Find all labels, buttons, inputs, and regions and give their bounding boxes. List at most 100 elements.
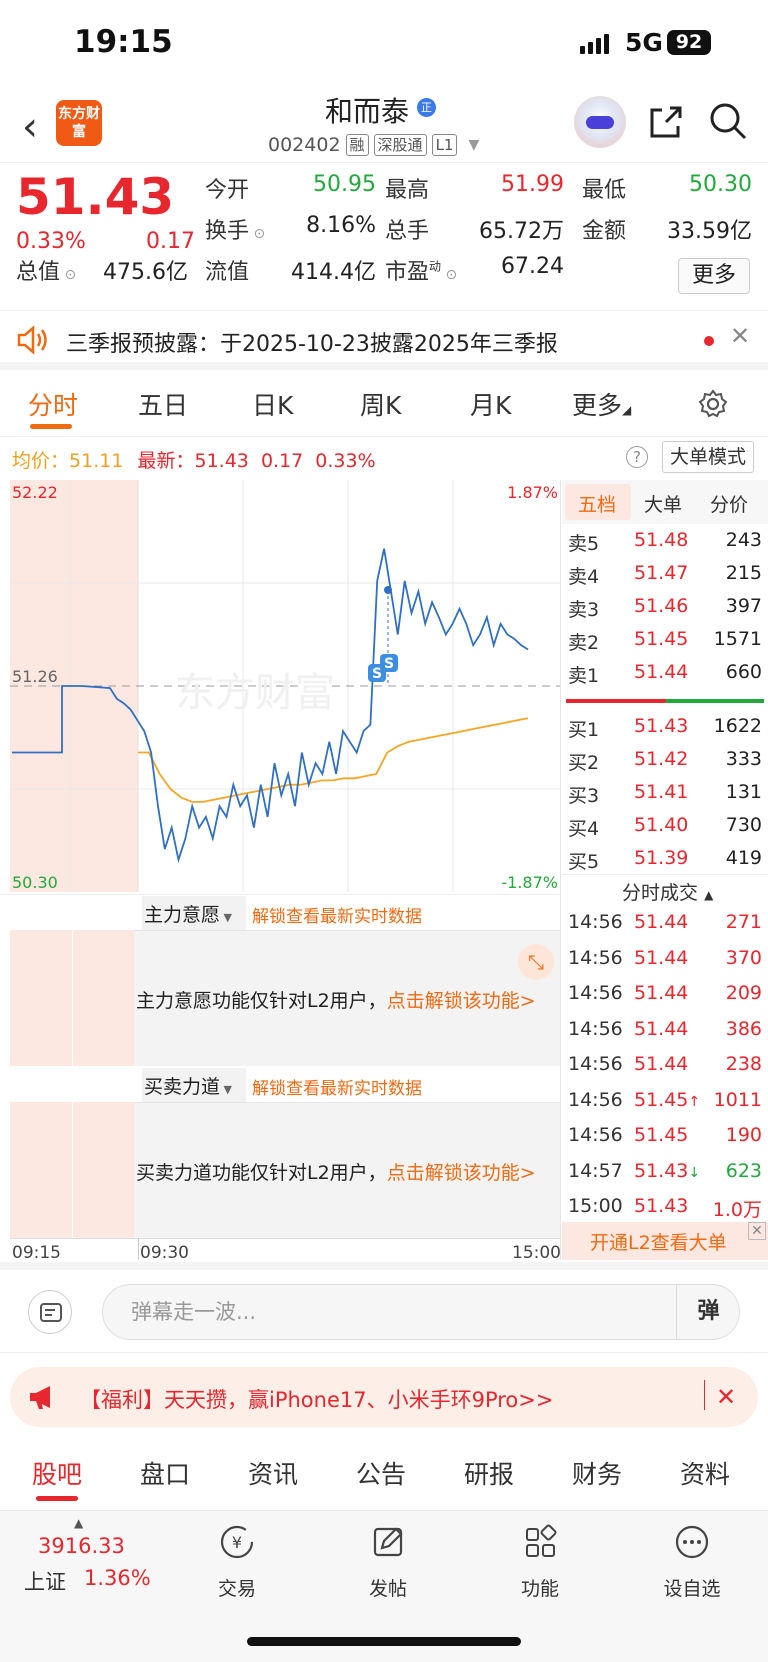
search-icon[interactable]	[708, 101, 748, 141]
post-label[interactable]: 发帖	[348, 1574, 428, 1601]
trade-price: 51.43	[634, 1195, 689, 1217]
index-value[interactable]: 3916.33	[38, 1534, 125, 1558]
tab-weekly-k[interactable]: 周K	[360, 386, 401, 422]
quote-value: 50.95	[313, 172, 376, 197]
tab-5day[interactable]: 五日	[138, 386, 188, 422]
trade-volume: 370	[725, 946, 762, 969]
bid-price: 51.40	[634, 814, 689, 836]
bottom-tab[interactable]: 盘口	[140, 1455, 190, 1491]
robot-avatar[interactable]	[574, 96, 626, 148]
stock-code-row[interactable]: 002402 融 深股通 L1 ▼	[268, 134, 479, 156]
info-icon: ⊙	[441, 267, 458, 283]
close-icon[interactable]: ✕	[748, 1222, 766, 1240]
notice-text[interactable]: 三季报预披露：于2025-10-23披露2025年三季报	[66, 326, 558, 358]
share-icon[interactable]	[648, 104, 684, 140]
ask-level: 卖5	[568, 533, 600, 555]
pct-min-label: -1.87%	[501, 873, 558, 892]
bottom-tab[interactable]: 财务	[572, 1455, 622, 1491]
edit-post-icon[interactable]	[368, 1522, 408, 1562]
settings-gear-icon[interactable]	[698, 389, 728, 419]
bottom-tab[interactable]: 资讯	[248, 1455, 298, 1491]
tab-intraday[interactable]: 分时	[28, 386, 78, 422]
more-button[interactable]: 更多	[678, 258, 750, 294]
close-icon[interactable]: ✕	[716, 1383, 736, 1411]
tab-price-dist[interactable]: 分价	[710, 490, 748, 517]
trade-time: 14:57	[568, 1159, 623, 1182]
promo-text[interactable]: 【福利】天天攒，赢iPhone17、小米手环9Pro>>	[80, 1384, 553, 1414]
danmu-input[interactable]: 弹幕走一波...	[102, 1284, 740, 1340]
l2-banner-text[interactable]: 开通L2查看大单	[590, 1228, 727, 1255]
trade-volume: 209	[725, 982, 762, 1004]
danmu-send-button[interactable]: 弹	[676, 1284, 740, 1340]
big-order-mode-button[interactable]: 大单模式	[662, 441, 754, 473]
buy-bar	[666, 699, 764, 703]
bid-volume: 1622	[713, 715, 762, 737]
trade-icon[interactable]: ¥	[217, 1522, 257, 1562]
ask-volume: 243	[725, 529, 762, 551]
quote-label: 最低	[582, 178, 627, 203]
panel-2-unlock-link[interactable]: 解锁查看最新实时数据	[252, 1074, 422, 1099]
panel-1-unlock-link[interactable]: 解锁查看最新实时数据	[252, 902, 422, 927]
bottom-tab[interactable]: 股吧	[32, 1455, 82, 1491]
trade-price: 51.44	[634, 982, 689, 1004]
expand-icon[interactable]: ⤡	[518, 944, 554, 980]
trade-price: 51.44	[634, 911, 689, 933]
help-icon[interactable]: ?	[626, 446, 648, 468]
status-bar: 19:15 5G 92	[0, 0, 768, 88]
tab-more[interactable]: 更多◢	[572, 386, 631, 422]
tag-connect: 深股通	[373, 134, 427, 156]
change-percent: 0.33%	[16, 229, 86, 254]
add-watchlist-label[interactable]: 设自选	[652, 1574, 732, 1601]
panel-1-msg[interactable]: 主力意愿功能仅针对L2用户，点击解锁该功能>	[136, 986, 536, 1013]
index-pct[interactable]: 1.36%	[84, 1566, 151, 1590]
chevron-down-icon[interactable]: ▼	[468, 137, 479, 153]
quote-value: 33.59亿	[667, 219, 752, 244]
more-dots-icon[interactable]	[672, 1522, 712, 1562]
trade-price: 51.45	[634, 1124, 689, 1146]
tab-big-orders[interactable]: 大单	[644, 490, 682, 517]
ask-level: 卖2	[568, 632, 600, 654]
bottom-tab[interactable]: 资料	[680, 1455, 730, 1491]
tab-five-levels[interactable]: 五档	[578, 490, 616, 517]
trade-price: 51.43↓	[634, 1159, 701, 1182]
trade-volume: 238	[725, 1053, 762, 1075]
ask-price: 51.47	[634, 562, 689, 584]
ask-volume: 215	[725, 562, 762, 584]
stock-name: 和而泰	[325, 95, 410, 128]
bottom-tab[interactable]: 公告	[356, 1455, 406, 1491]
panel-2-msg[interactable]: 买卖力道功能仅针对L2用户，点击解锁该功能>	[136, 1158, 536, 1185]
trade-time: 14:56	[568, 982, 623, 1004]
latest-change: 0.17	[260, 450, 304, 472]
tab-daily-k[interactable]: 日K	[252, 386, 293, 422]
tab-monthly-k[interactable]: 月K	[470, 386, 511, 422]
trade-label[interactable]: 交易	[197, 1574, 277, 1601]
home-indicator	[247, 1637, 521, 1646]
close-icon[interactable]: ✕	[730, 322, 750, 350]
trade-volume: 1.0万	[712, 1199, 762, 1221]
sell-bar	[566, 699, 666, 703]
trade-price: 51.44	[634, 946, 689, 969]
ask-volume: 660	[725, 661, 762, 683]
trade-time: 14:56	[568, 911, 623, 933]
panel-1-title[interactable]: 主力意愿 ▼	[144, 900, 232, 927]
trade-volume: 386	[725, 1017, 762, 1040]
megaphone-icon	[30, 1386, 50, 1409]
index-name[interactable]: 上证	[24, 1566, 66, 1596]
quote-value: 51.99	[501, 172, 564, 197]
svg-text:¥: ¥	[232, 1533, 242, 1552]
apps-grid-icon[interactable]	[520, 1522, 560, 1562]
trade-price: 51.44	[634, 1053, 689, 1075]
x-axis	[10, 1238, 560, 1239]
expand-up-icon[interactable]: ▲	[74, 1516, 83, 1530]
bottom-tab[interactable]: 研报	[464, 1455, 514, 1491]
intraday-chart[interactable]: 东方财富 S S 52.22 51.26 50.30 1.87% -1.87%	[10, 480, 560, 892]
back-button[interactable]: ‹	[22, 104, 38, 150]
quote-label: 最高	[385, 178, 430, 203]
trades-title[interactable]: 分时成交 ▲	[622, 878, 713, 905]
panel-2-title[interactable]: 买卖力道 ▼	[144, 1072, 232, 1099]
function-label[interactable]: 功能	[500, 1574, 580, 1601]
trade-price: 51.44	[634, 1017, 689, 1040]
danmu-settings-icon[interactable]	[28, 1290, 72, 1334]
ask-volume: 397	[725, 595, 762, 617]
avg-price: 51.11	[69, 450, 124, 472]
